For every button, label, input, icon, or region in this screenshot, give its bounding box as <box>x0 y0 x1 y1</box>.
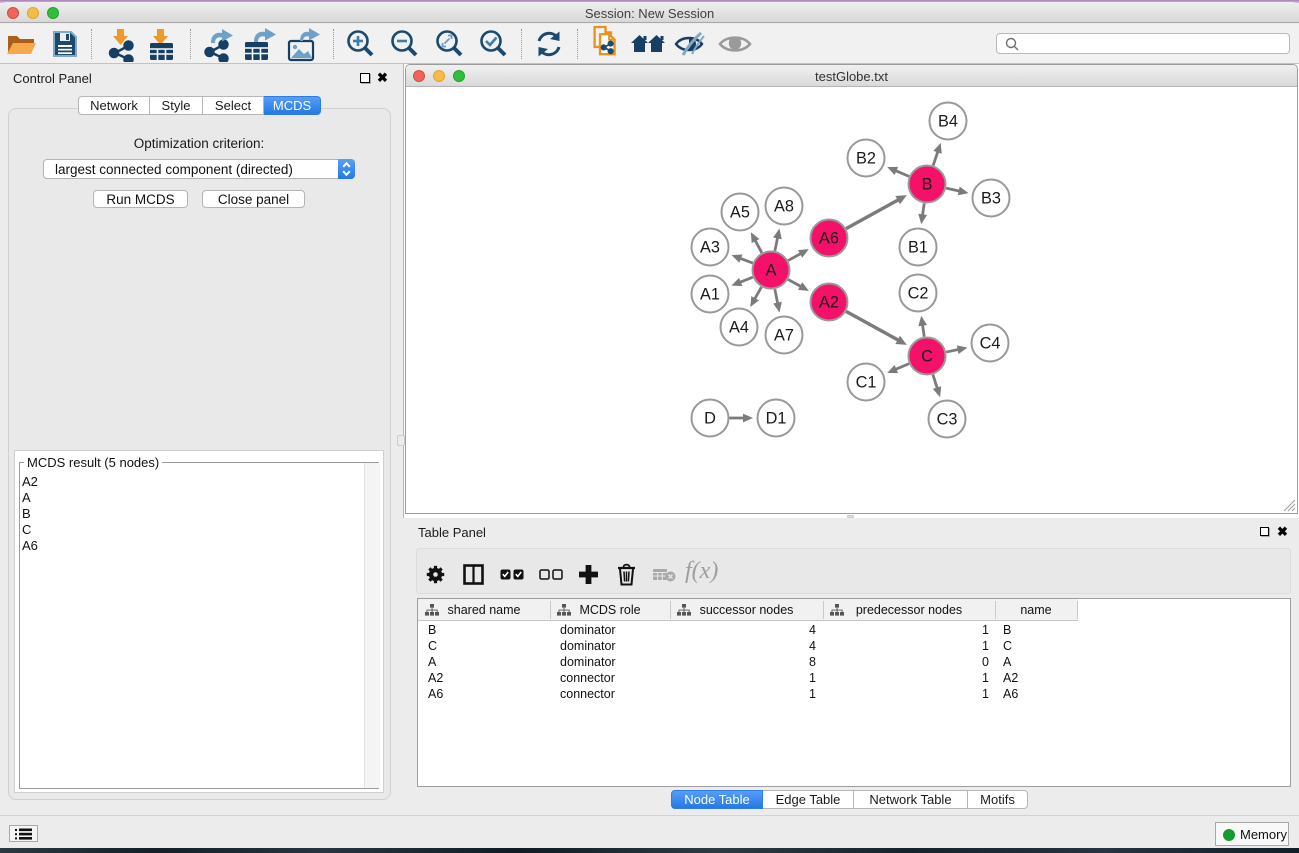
svg-text:B: B <box>922 176 933 194</box>
svg-text:C3: C3 <box>937 411 958 429</box>
svg-text:A2: A2 <box>819 294 839 312</box>
svg-text:D: D <box>704 410 716 428</box>
svg-text:C2: C2 <box>908 285 929 303</box>
svg-text:B1: B1 <box>908 239 928 257</box>
svg-text:A7: A7 <box>774 327 794 345</box>
svg-text:A8: A8 <box>774 198 794 216</box>
svg-text:A: A <box>766 262 777 280</box>
svg-text:C: C <box>921 348 933 366</box>
svg-text:A5: A5 <box>730 204 750 222</box>
svg-text:B3: B3 <box>981 190 1001 208</box>
svg-text:D1: D1 <box>766 410 787 428</box>
svg-text:C1: C1 <box>856 374 877 392</box>
svg-text:A3: A3 <box>700 239 720 257</box>
svg-text:A1: A1 <box>700 286 720 304</box>
svg-text:C4: C4 <box>980 335 1001 353</box>
svg-text:B4: B4 <box>938 113 958 131</box>
svg-text:B2: B2 <box>856 150 876 168</box>
svg-text:A4: A4 <box>729 319 749 337</box>
svg-text:A6: A6 <box>819 230 839 248</box>
